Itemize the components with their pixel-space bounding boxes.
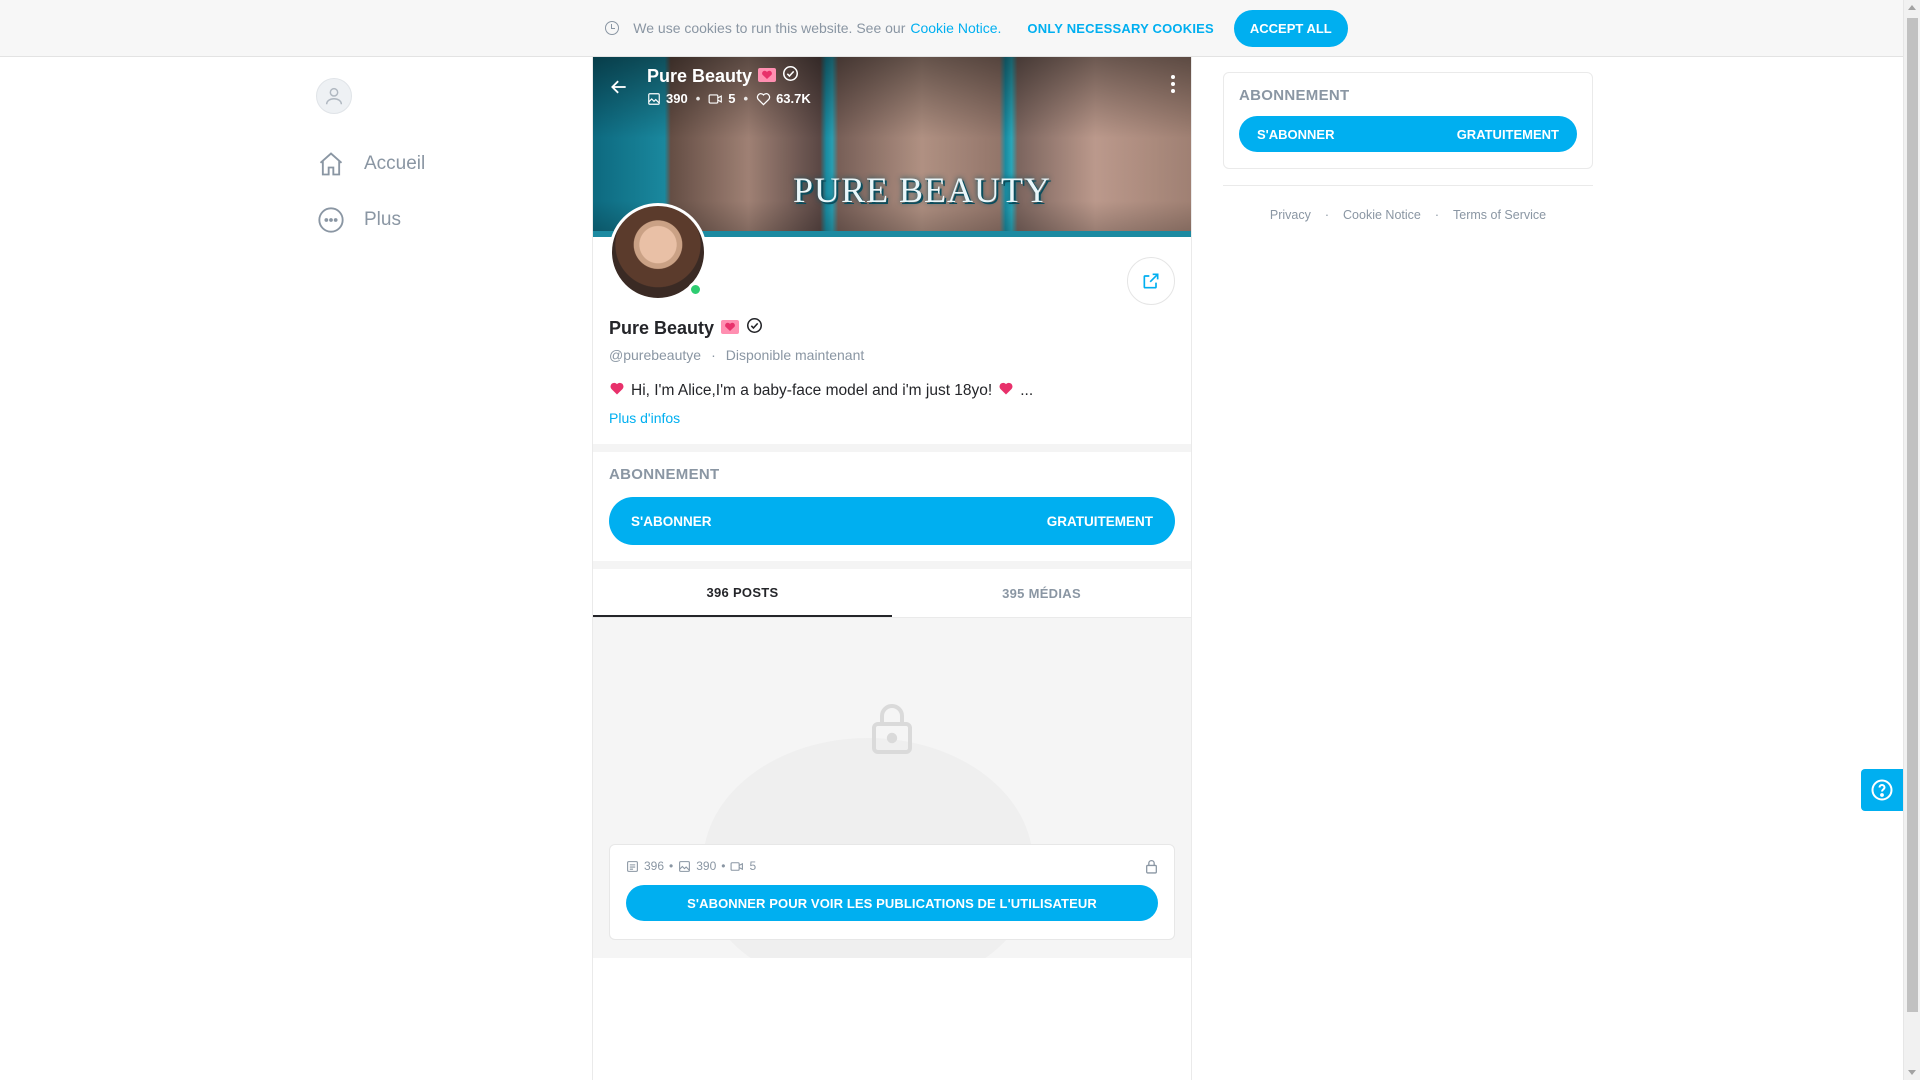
photos-count: 390 <box>666 91 688 106</box>
help-button[interactable] <box>1861 769 1903 811</box>
scroll-down-arrow-icon[interactable] <box>1908 1070 1916 1075</box>
scroll-thumb[interactable] <box>1907 18 1918 1012</box>
privacy-link[interactable]: Privacy <box>1270 208 1311 222</box>
profile-handle: @purebeautye <box>609 347 702 363</box>
locked-posts-area: 396 • 390 • 5 S'ABONNER POUR VOIR LES PU… <box>593 618 1191 958</box>
bio-ellipsis: ... <box>1020 381 1034 399</box>
profile-name-row: Pure Beauty <box>609 317 1175 339</box>
profile-column: PURE BEAUTY Pure Beauty 390 • 5 • 63.7K … <box>592 57 1192 1080</box>
image-icon <box>679 860 691 872</box>
cover-stats: 390 • 5 • 63.7K <box>647 91 811 106</box>
more-circle-icon <box>316 205 346 235</box>
only-necessary-cookies-button[interactable]: ONLY NECESSARY COOKIES <box>1027 21 1213 36</box>
subscribe-price: GRATUITEMENT <box>1046 513 1153 529</box>
share-icon <box>1143 273 1159 289</box>
page-scrollbar[interactable] <box>1903 0 1920 1080</box>
page: We use cookies to run this website. See … <box>0 0 1920 1080</box>
footer-links: Privacy · Cookie Notice · Terms of Servi… <box>1223 208 1593 222</box>
kebab-menu-icon[interactable] <box>1171 75 1175 93</box>
locked-content-card: 396 • 390 • 5 S'ABONNER POUR VOIR LES PU… <box>609 844 1175 940</box>
heart-letter-icon <box>758 66 777 87</box>
cookie-bar: We use cookies to run this website. See … <box>0 0 1903 57</box>
separator: • <box>695 91 701 106</box>
subscribe-to-view-posts-button[interactable]: S'ABONNER POUR VOIR LES PUBLICATIONS DE … <box>626 885 1158 921</box>
tab-posts[interactable]: 396 POSTS <box>593 569 892 617</box>
sidebar-subscription-title: ABONNEMENT <box>1239 87 1350 104</box>
heart-icon <box>756 92 771 106</box>
separator: • <box>669 859 674 873</box>
profile-bio: Hi, I'm Alice,I'm a baby-face model and … <box>609 381 1175 400</box>
clock-icon <box>605 21 620 35</box>
nav-item-label: Accueil <box>364 153 426 174</box>
video-icon <box>731 861 744 871</box>
cover-header: Pure Beauty 390 • 5 • 63.7K <box>609 65 811 106</box>
home-icon <box>316 149 346 179</box>
left-navigation: Accueil Plus <box>316 78 566 248</box>
heart-icon <box>609 381 625 400</box>
back-arrow-icon[interactable] <box>609 77 629 102</box>
likes-stat: 63.7K <box>756 91 811 106</box>
video-icon <box>708 93 723 104</box>
share-button[interactable] <box>1127 257 1175 305</box>
nav-item-label: Plus <box>364 209 401 230</box>
verified-icon <box>782 65 799 87</box>
user-avatar[interactable] <box>316 78 352 114</box>
separator: • <box>743 91 749 106</box>
separator: · <box>1324 208 1330 222</box>
lock-icon <box>868 700 916 761</box>
cover-name: Pure Beauty <box>647 65 753 86</box>
cookie-message-text: We use cookies to run this website. See … <box>633 20 906 36</box>
image-icon <box>648 92 660 105</box>
profile-name: Pure Beauty <box>609 317 715 338</box>
subscribe-label: S'ABONNER <box>631 513 712 529</box>
cookie-message: We use cookies to run this website. See … <box>633 20 1001 36</box>
subscribe-label: S'ABONNER <box>1257 126 1335 142</box>
user-icon <box>325 87 343 105</box>
verified-icon <box>746 317 763 339</box>
photos-count: 390 <box>696 859 717 873</box>
heart-icon <box>998 381 1014 400</box>
nav-item-plus[interactable]: Plus <box>316 192 566 248</box>
small-lock-icon <box>1145 859 1158 879</box>
subscribe-price: GRATUITEMENT <box>1456 126 1559 142</box>
bio-text: Hi, I'm Alice,I'm a baby-face model and … <box>631 381 993 399</box>
videos-stat: 5 <box>708 91 736 106</box>
profile-header: Pure Beauty @purebeautye · Disponible ma… <box>593 203 1191 452</box>
photos-stat: 390 <box>647 91 688 106</box>
terms-of-service-link[interactable]: Terms of Service <box>1453 208 1546 222</box>
separator: · <box>1434 208 1440 222</box>
locked-stats: 396 • 390 • 5 <box>626 859 1158 873</box>
post-icon <box>627 860 638 872</box>
subscription-section: ABONNEMENT S'ABONNER GRATUITEMENT <box>593 452 1191 569</box>
videos-count: 5 <box>728 91 736 106</box>
sidebar-subscribe-button[interactable]: S'ABONNER GRATUITEMENT <box>1239 116 1577 152</box>
sidebar-subscription-card: ABONNEMENT S'ABONNER GRATUITEMENT <box>1223 72 1593 169</box>
content-tabs: 396 POSTS 395 MÉDIAS <box>593 569 1191 618</box>
subscription-title: ABONNEMENT <box>609 466 720 483</box>
cookie-notice-link[interactable]: Cookie Notice. <box>910 20 1001 36</box>
subscribe-button[interactable]: S'ABONNER GRATUITEMENT <box>609 497 1175 545</box>
heart-letter-icon <box>721 318 740 339</box>
cookie-notice-footer-link[interactable]: Cookie Notice <box>1343 208 1421 222</box>
right-sidebar: ABONNEMENT S'ABONNER GRATUITEMENT Privac… <box>1223 72 1593 222</box>
videos-count: 5 <box>749 859 757 873</box>
more-info-link[interactable]: Plus d'infos <box>609 410 1175 426</box>
cover-banner-text: PURE BEAUTY <box>793 170 1052 210</box>
help-icon <box>1871 779 1893 801</box>
cover-info: Pure Beauty 390 • 5 • 63.7K <box>647 65 811 107</box>
cover-title: Pure Beauty <box>647 65 811 87</box>
online-status-dot <box>688 282 703 297</box>
scroll-up-arrow-icon[interactable] <box>1908 5 1916 10</box>
divider <box>1223 185 1593 186</box>
availability-status: Disponible maintenant <box>725 347 865 363</box>
posts-count: 396 <box>644 859 665 873</box>
likes-count: 63.7K <box>776 91 811 106</box>
accept-all-button[interactable]: ACCEPT ALL <box>1233 9 1348 47</box>
separator: • <box>721 859 726 873</box>
separator: · <box>711 347 716 363</box>
tab-medias[interactable]: 395 MÉDIAS <box>892 569 1191 617</box>
handle-row: @purebeautye · Disponible maintenant <box>609 347 1175 363</box>
nav-item-accueil[interactable]: Accueil <box>316 136 566 192</box>
